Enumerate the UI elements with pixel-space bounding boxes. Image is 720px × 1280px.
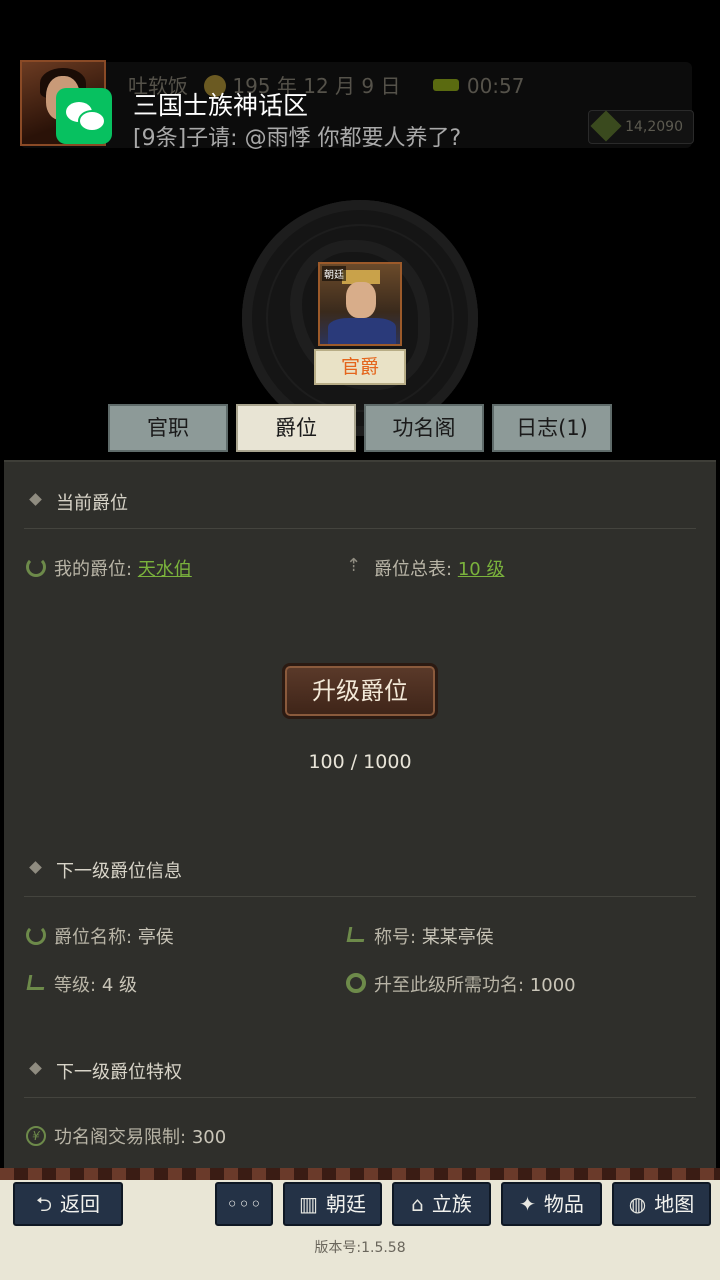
tab-merit-hall[interactable]: 功名阁 bbox=[364, 404, 484, 452]
back-arrow-icon: ⮌ bbox=[35, 1192, 53, 1216]
portrait-tag: 朝廷 bbox=[322, 266, 346, 281]
resource-counter: 14,2090 bbox=[588, 110, 694, 144]
bag-icon: ✦ bbox=[519, 1192, 536, 1216]
game-time: 00:57 bbox=[466, 74, 525, 98]
wechat-icon[interactable] bbox=[56, 88, 112, 144]
map-label: 地图 bbox=[654, 1192, 695, 1216]
rank-table-label: 爵位总表: bbox=[374, 559, 453, 580]
laurel-icon bbox=[26, 925, 46, 945]
palace-icon: ▥ bbox=[299, 1192, 318, 1216]
merit-progress: 100 / 1000 bbox=[308, 751, 412, 773]
divider bbox=[24, 896, 696, 897]
back-label: 返回 bbox=[60, 1192, 101, 1216]
next-level-field: 等级: 4 级 bbox=[54, 971, 137, 997]
portrait-robe bbox=[328, 318, 396, 344]
next-level-label: 等级: bbox=[54, 975, 97, 996]
tab-peerage[interactable]: 爵位 bbox=[236, 404, 356, 452]
notification-body[interactable]: [9条]子请: @雨悸 你都要人养了? bbox=[133, 120, 461, 152]
items-label: 物品 bbox=[543, 1192, 584, 1216]
next-title-value: 某某亭侯 bbox=[421, 927, 494, 948]
coin-icon bbox=[590, 110, 622, 142]
divider bbox=[24, 1097, 696, 1098]
current-heading: 当前爵位 bbox=[56, 493, 128, 514]
court-label: 朝廷 bbox=[325, 1192, 366, 1216]
court-portrait[interactable]: 朝廷 bbox=[318, 262, 402, 346]
notification-title[interactable]: 三国士族神话区 bbox=[133, 86, 308, 122]
leaf-icon bbox=[346, 927, 367, 942]
rank-badge: 官爵 bbox=[314, 349, 406, 385]
divider bbox=[24, 528, 696, 529]
leaf-icon bbox=[26, 975, 47, 990]
globe-icon: ◍ bbox=[628, 1192, 647, 1216]
trade-limit-value: 300 bbox=[191, 1127, 227, 1148]
tab-bar: 官职 爵位 功名阁 日志(1) bbox=[108, 404, 612, 452]
trade-limit-label: 功名阁交易限制: bbox=[54, 1127, 187, 1148]
clan-icon: ⌂ bbox=[411, 1192, 424, 1216]
resource-value: 14,2090 bbox=[625, 119, 683, 135]
portrait-face bbox=[346, 282, 376, 318]
sort-up-icon: ⇡ bbox=[346, 555, 362, 576]
next-title-label: 称号: bbox=[374, 927, 417, 948]
back-button[interactable]: ⮌ 返回 bbox=[13, 1182, 123, 1226]
version-label: 版本号:1.5.58 bbox=[314, 1240, 406, 1256]
clan-button[interactable]: ⌂ 立族 bbox=[392, 1182, 491, 1226]
rank-table-link[interactable]: 10 级 bbox=[458, 559, 505, 580]
laurel-icon bbox=[26, 557, 46, 577]
trade-limit-field: 功名阁交易限制: 300 bbox=[54, 1123, 226, 1149]
my-rank-label: 我的爵位: bbox=[54, 559, 133, 580]
privilege-heading: 下一级爵位特权 bbox=[56, 1062, 182, 1083]
next-requirement-value: 1000 bbox=[529, 975, 576, 996]
currency-icon: ¥ bbox=[26, 1126, 46, 1146]
upgrade-rank-button[interactable]: 升级爵位 bbox=[282, 663, 438, 719]
medal-icon bbox=[346, 973, 366, 993]
my-rank-field: 我的爵位: 天水伯 bbox=[54, 555, 192, 581]
court-button[interactable]: ▥ 朝廷 bbox=[283, 1182, 382, 1226]
next-requirement-field: 升至此级所需功名: 1000 bbox=[374, 971, 576, 997]
bottom-border bbox=[0, 1168, 720, 1180]
items-button[interactable]: ✦ 物品 bbox=[501, 1182, 602, 1226]
more-button[interactable]: ◦◦◦ bbox=[215, 1182, 273, 1226]
map-button[interactable]: ◍ 地图 bbox=[612, 1182, 711, 1226]
next-requirement-label: 升至此级所需功名: bbox=[374, 975, 525, 996]
next-level-value: 4 级 bbox=[101, 975, 137, 996]
horse-icon bbox=[432, 79, 459, 91]
next-name-label: 爵位名称: bbox=[54, 927, 133, 948]
next-info-heading: 下一级爵位信息 bbox=[56, 861, 182, 882]
tab-log[interactable]: 日志(1) bbox=[492, 404, 612, 452]
bubble-shape bbox=[78, 110, 106, 132]
clan-label: 立族 bbox=[431, 1192, 472, 1216]
next-name-value: 亭侯 bbox=[137, 927, 174, 948]
tab-office[interactable]: 官职 bbox=[108, 404, 228, 452]
next-name-field: 爵位名称: 亭侯 bbox=[54, 923, 174, 949]
rank-table-field: 爵位总表: 10 级 bbox=[374, 555, 504, 581]
next-title-field: 称号: 某某亭侯 bbox=[374, 923, 494, 949]
my-rank-link[interactable]: 天水伯 bbox=[138, 559, 192, 580]
